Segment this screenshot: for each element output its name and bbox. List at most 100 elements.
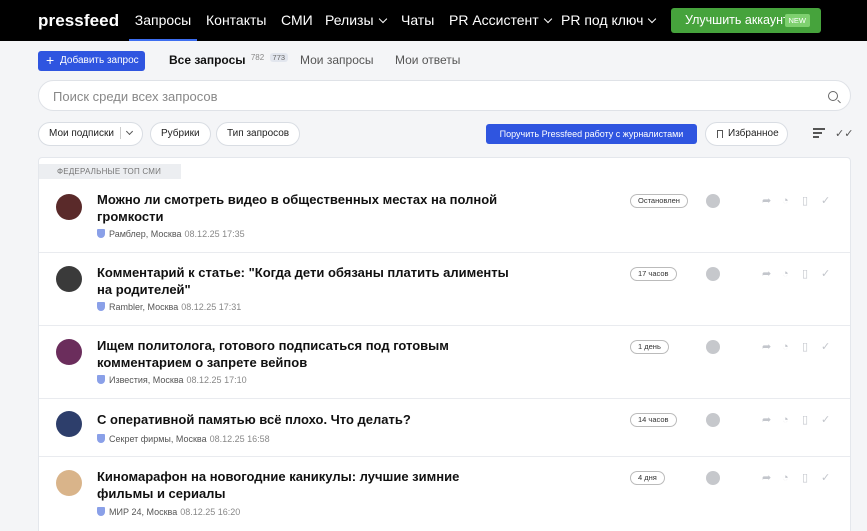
verified-icon [97,434,105,443]
search-input[interactable] [53,87,793,105]
favorites-filter[interactable]: Избранное [705,122,788,146]
tab-my-answers[interactable]: Мои ответы [395,52,460,68]
list-item[interactable]: Комментарий к статье: "Когда дети обязан… [39,253,850,326]
rss-icon[interactable]: ◔ [782,195,789,207]
section-label: ФЕДЕРАЛЬНЫЕ ТОП СМИ [39,164,181,179]
list-item[interactable]: Можно ли смотреть видео в общественных м… [39,180,850,253]
source: Рамблер, Москва [109,229,182,239]
check-icon[interactable]: ✓ [821,472,830,484]
request-title[interactable]: Комментарий к статье: "Когда дети обязан… [97,264,517,298]
nav-item-label: Запросы [134,12,192,28]
pressfeed-logo[interactable]: pressfeed [38,11,119,31]
total-count: 782 [250,53,265,62]
status-badge: 14 часов [630,413,677,427]
timestamp: 08.12.25 17:31 [181,302,242,312]
request-meta: МИР 24, Москва 08.12.25 16:20 [97,506,240,518]
add-request-button[interactable]: + Добавить запрос [38,51,145,71]
upgrade-label: Улучшить аккаунт [685,13,789,27]
user-icon[interactable] [706,413,720,427]
bookmark-icon[interactable]: ▯ [802,414,808,426]
filter-label: Избранное [728,128,779,139]
filter-label: Рубрики [161,128,200,139]
request-type-filter[interactable]: Тип запросов [216,122,301,146]
nav-item-pr-assistant[interactable]: PR Ассистент [449,0,552,41]
list-item[interactable]: С оперативной памятью всё плохо. Что дел… [39,399,850,457]
verified-icon [97,302,105,311]
nav-item-requests[interactable]: Запросы [129,0,197,41]
bookmark-icon [717,130,723,138]
nav-item-label: Релизы [325,12,374,28]
user-icon[interactable] [706,267,720,281]
nav-item-pr-turnkey[interactable]: PR под ключ [561,0,657,41]
filter-label: Тип запросов [227,128,290,139]
top-navigation: pressfeed Запросы Контакты СМИ Релизы Ча… [0,0,867,41]
chevron-down-icon [543,14,552,24]
nav-item-contacts[interactable]: Контакты [206,0,266,41]
user-icon[interactable] [706,340,720,354]
share-icon[interactable]: ➦ [762,268,771,280]
request-meta: Секрет фирмы, Москва 08.12.25 16:58 [97,433,270,445]
bookmark-icon[interactable]: ▯ [802,268,808,280]
chevron-down-icon[interactable] [125,127,133,136]
status-badge: Остановлен [630,194,688,208]
bookmark-icon[interactable]: ▯ [802,341,808,353]
rss-icon[interactable]: ◔ [782,472,789,484]
plus-icon: + [46,52,55,68]
add-request-label: Добавить запрос [60,55,139,66]
check-icon[interactable]: ✓ [821,414,830,426]
tab-label: Мои запросы [300,53,374,67]
list-item[interactable]: Ищем политолога, готового подписаться по… [39,326,850,399]
nav-item-label: СМИ [281,12,313,28]
request-meta: Rambler, Москва 08.12.25 17:31 [97,301,241,313]
rss-icon[interactable]: ◔ [782,414,789,426]
avatar [56,339,82,365]
request-meta: Рамблер, Москва 08.12.25 17:35 [97,228,245,240]
nav-item-releases[interactable]: Релизы [325,0,387,41]
source: Известия, Москва [109,375,184,385]
bookmark-icon[interactable]: ▯ [802,472,808,484]
my-subscriptions-filter[interactable]: Мои подписки [38,122,143,146]
requests-list: ФЕДЕРАЛЬНЫЕ ТОП СМИ Можно ли смотреть ви… [38,157,851,531]
user-icon[interactable] [706,471,720,485]
status-badge: 1 день [630,340,669,354]
rss-icon[interactable]: ◔ [782,341,789,353]
share-icon[interactable]: ➦ [762,195,771,207]
upgrade-account-button[interactable]: Улучшить аккаунт NEW [671,8,821,33]
request-title[interactable]: С оперативной памятью всё плохо. Что дел… [97,411,517,428]
mark-all-read-icon[interactable]: ✓✓ [835,127,853,140]
chevron-down-icon [378,14,387,24]
source: МИР 24, Москва [109,507,178,517]
tab-my-requests[interactable]: Мои запросы [300,52,374,68]
request-title[interactable]: Можно ли смотреть видео в общественных м… [97,191,517,225]
tab-label: Все запросы [169,53,246,67]
delegate-to-pressfeed-button[interactable]: Поручить Pressfeed работу с журналистами [486,124,697,144]
check-icon[interactable]: ✓ [821,341,830,353]
avatar [56,411,82,437]
search-icon[interactable] [828,91,838,101]
tab-all-requests[interactable]: Все запросы 782 773 [169,52,289,70]
source: Секрет фирмы, Москва [109,434,207,444]
list-item[interactable]: Киномарафон на новогодние каникулы: лучш… [39,457,850,531]
rubrics-filter[interactable]: Рубрики [150,122,211,146]
nav-item-chats[interactable]: Чаты [401,0,434,41]
tab-label: Мои ответы [395,53,461,67]
new-badge: NEW [784,14,810,27]
search-bar [38,80,851,111]
rss-icon[interactable]: ◔ [782,268,789,280]
request-title[interactable]: Киномарафон на новогодние каникулы: лучш… [97,468,517,502]
share-icon[interactable]: ➦ [762,414,771,426]
timestamp: 08.12.25 16:20 [180,507,241,517]
bookmark-icon[interactable]: ▯ [802,195,808,207]
request-meta: Известия, Москва 08.12.25 17:10 [97,374,247,386]
sort-icon[interactable] [813,128,825,138]
check-icon[interactable]: ✓ [821,195,830,207]
check-icon[interactable]: ✓ [821,268,830,280]
verified-icon [97,507,105,516]
divider [119,127,121,140]
share-icon[interactable]: ➦ [762,341,771,353]
request-title[interactable]: Ищем политолога, готового подписаться по… [97,337,517,371]
share-icon[interactable]: ➦ [762,472,771,484]
nav-item-media[interactable]: СМИ [281,0,313,41]
filter-label: Мои подписки [49,128,114,139]
user-icon[interactable] [706,194,720,208]
